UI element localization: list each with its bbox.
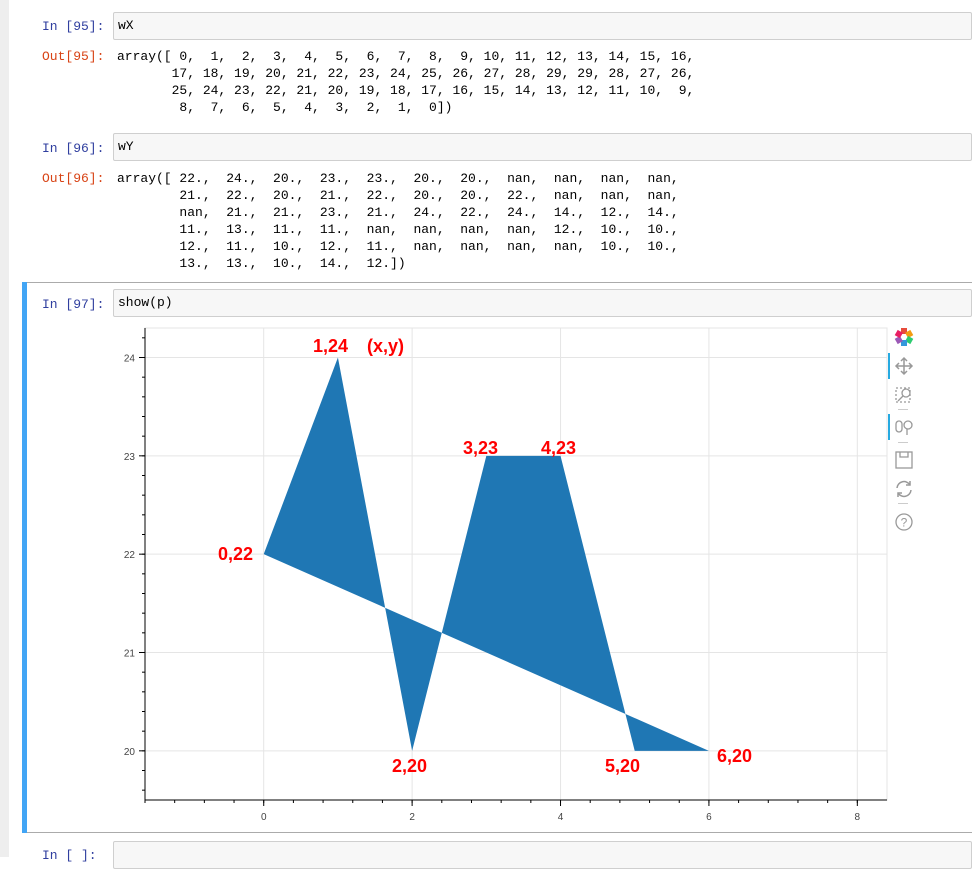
x-tick-label: 6 xyxy=(706,812,712,823)
point-annotation: 6,20 xyxy=(717,746,752,766)
point-annotation: (x,y) xyxy=(367,336,404,356)
point-annotation: 0,22 xyxy=(218,544,253,564)
bokeh-plot[interactable]: 0 2 4 6 820212223240,221,24 (x,y)2,203,23 4,23… xyxy=(0,0,972,857)
toolbar-divider xyxy=(898,442,908,443)
point-annotation: 5,20 xyxy=(605,756,640,776)
y-tick-label: 20 xyxy=(124,747,136,758)
point-annotation: 1,24 xyxy=(313,336,348,356)
point-annotation: 3,23 xyxy=(463,438,498,458)
active-tool-indicator xyxy=(888,414,890,440)
x-tick-label: 2 xyxy=(409,812,415,823)
x-tick-label: 4 xyxy=(558,812,564,823)
y-tick-label: 21 xyxy=(124,649,136,660)
point-annotation: 2,20 xyxy=(392,756,427,776)
y-tick-label: 23 xyxy=(124,452,136,463)
pan-icon[interactable] xyxy=(893,355,915,377)
wheel-zoom-icon[interactable] xyxy=(893,416,915,438)
x-tick-label: 0 xyxy=(261,812,267,823)
bokeh-logo-icon[interactable] xyxy=(893,326,915,348)
y-tick-label: 24 xyxy=(124,354,136,365)
reset-icon[interactable] xyxy=(893,478,915,500)
active-tool-indicator xyxy=(888,353,890,379)
in-prompt: In [ ]: xyxy=(42,848,97,863)
y-tick-label: 22 xyxy=(124,550,136,561)
toolbar-divider xyxy=(898,503,908,504)
toolbar-divider xyxy=(898,409,908,410)
box-zoom-icon[interactable] xyxy=(893,384,915,406)
x-tick-label: 8 xyxy=(855,812,861,823)
save-icon[interactable] xyxy=(893,449,915,471)
help-icon[interactable]: ? xyxy=(893,511,915,533)
code-input[interactable] xyxy=(113,841,972,869)
svg-text:?: ? xyxy=(901,516,908,530)
point-annotation: 4,23 xyxy=(541,438,576,458)
